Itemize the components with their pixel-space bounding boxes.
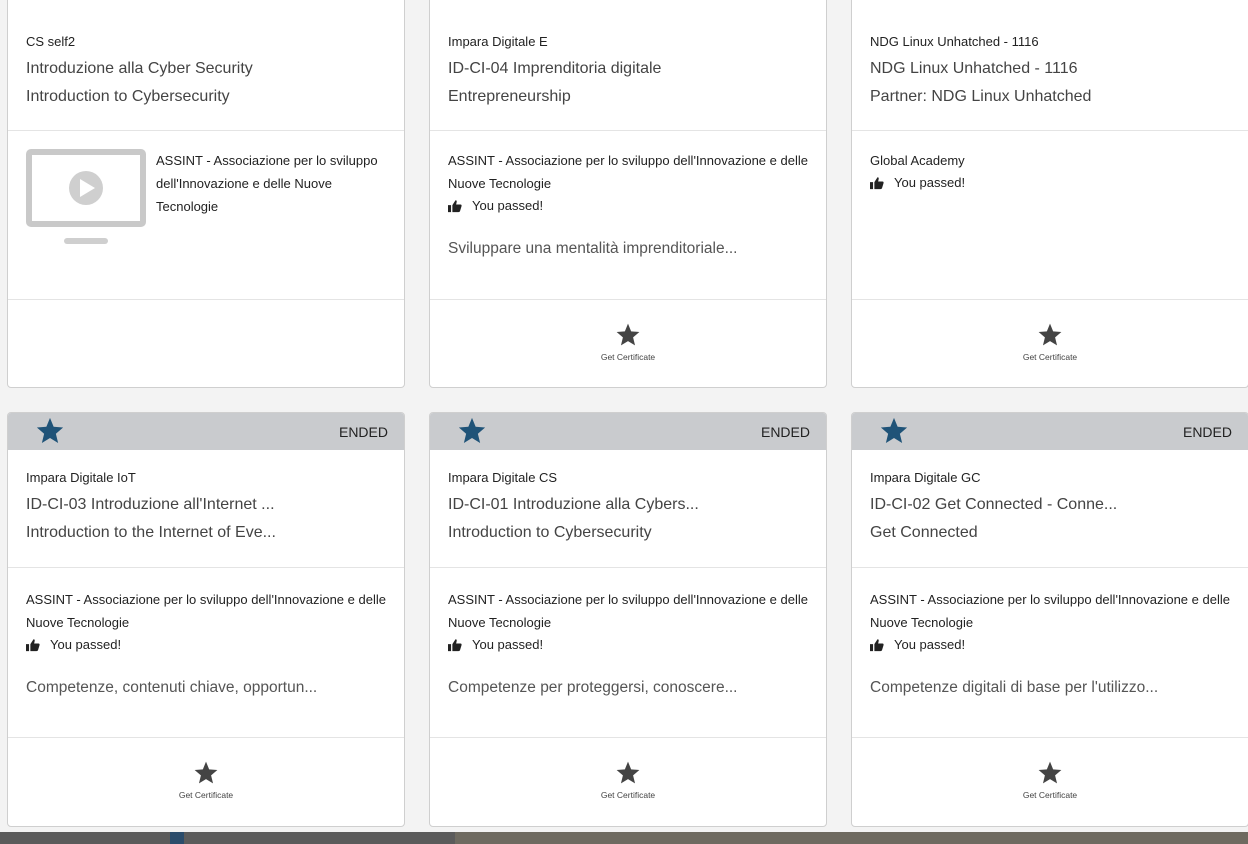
star-icon xyxy=(1038,323,1062,346)
card-title-section: Impara Digitale IoT ID-CI-03 Introduzion… xyxy=(8,450,404,568)
course-card[interactable]: NDG Linux Unhatched - 1116 NDG Linux Unh… xyxy=(851,0,1248,388)
star-icon[interactable] xyxy=(456,416,488,446)
passed-label: You passed! xyxy=(472,637,544,652)
course-title[interactable]: ID-CI-03 Introduzione all'Internet ... xyxy=(26,495,386,515)
taskbar-segment xyxy=(455,832,1248,844)
thumbs-up-icon xyxy=(870,639,884,652)
course-category: Impara Digitale IoT xyxy=(26,470,136,485)
course-title[interactable]: ID-CI-01 Introduzione alla Cybers... xyxy=(448,495,808,515)
course-subtitle: Introduction to Cybersecurity xyxy=(448,524,652,541)
star-icon[interactable] xyxy=(34,416,66,446)
get-certificate-label: Get Certificate xyxy=(1022,790,1078,800)
course-category: NDG Linux Unhatched - 1116 xyxy=(870,34,1039,49)
organization-name: ASSINT - Associazione per lo sviluppo de… xyxy=(870,592,1230,630)
passed-label: You passed! xyxy=(50,637,122,652)
star-icon xyxy=(616,323,640,346)
course-description: Competenze per proteggersi, conoscere... xyxy=(448,679,738,696)
get-certificate-button[interactable]: Get Certificate xyxy=(852,300,1248,362)
course-title[interactable]: ID-CI-02 Get Connected - Conne... xyxy=(870,495,1230,515)
passed-status: You passed! xyxy=(870,172,1230,194)
status-badge: ENDED xyxy=(338,424,388,440)
course-card[interactable]: CS self2 Introduzione alla Cyber Securit… xyxy=(7,0,405,388)
course-description: Competenze digitali di base per l'utiliz… xyxy=(870,679,1159,696)
organization-name: ASSINT - Associazione per lo sviluppo de… xyxy=(448,153,808,191)
get-certificate-label: Get Certificate xyxy=(178,790,234,800)
star-icon xyxy=(616,761,640,784)
passed-label: You passed! xyxy=(894,175,966,190)
card-header: ENDED xyxy=(430,413,826,450)
get-certificate-label: Get Certificate xyxy=(1022,352,1078,362)
card-body: ASSINT - Associazione per lo sviluppo de… xyxy=(430,131,826,300)
passed-label: You passed! xyxy=(894,637,966,652)
organization-name: ASSINT - Associazione per lo sviluppo de… xyxy=(156,153,378,214)
course-title[interactable]: Introduzione alla Cyber Security xyxy=(26,59,386,79)
course-card[interactable]: ENDED Impara Digitale CS ID-CI-01 Introd… xyxy=(429,412,827,827)
get-certificate-button[interactable]: Get Certificate xyxy=(8,738,404,800)
passed-label: You passed! xyxy=(472,198,544,213)
get-certificate-label: Get Certificate xyxy=(600,790,656,800)
card-title-section: CS self2 Introduzione alla Cyber Securit… xyxy=(8,0,404,131)
organization-name: ASSINT - Associazione per lo sviluppo de… xyxy=(26,592,386,630)
card-body: ASSINT - Associazione per lo sviluppo de… xyxy=(430,568,826,738)
course-category: Impara Digitale CS xyxy=(448,470,558,485)
course-category: Impara Digitale GC xyxy=(870,470,981,485)
thumbs-up-icon xyxy=(448,639,462,652)
course-description: Competenze, contenuti chiave, opportun..… xyxy=(26,679,318,696)
card-title-section: NDG Linux Unhatched - 1116 NDG Linux Unh… xyxy=(852,0,1248,131)
status-badge: ENDED xyxy=(1182,424,1232,440)
star-icon xyxy=(1038,761,1062,784)
get-certificate-label: Get Certificate xyxy=(600,352,656,362)
course-title[interactable]: NDG Linux Unhatched - 1116 xyxy=(870,59,1230,79)
star-icon xyxy=(194,761,218,784)
video-placeholder-icon xyxy=(26,149,146,244)
star-icon[interactable] xyxy=(878,416,910,446)
get-certificate-button[interactable]: Get Certificate xyxy=(430,738,826,800)
organization-name: ASSINT - Associazione per lo sviluppo de… xyxy=(448,592,808,630)
course-card[interactable]: ENDED Impara Digitale GC ID-CI-02 Get Co… xyxy=(851,412,1248,827)
course-title[interactable]: ID-CI-04 Imprenditoria digitale xyxy=(448,59,808,79)
course-subtitle: Entrepreneurship xyxy=(448,88,571,105)
course-description: Sviluppare una mentalità imprenditoriale… xyxy=(448,240,738,257)
course-subtitle: Get Connected xyxy=(870,524,978,541)
course-subtitle: Partner: NDG Linux Unhatched xyxy=(870,88,1092,105)
card-title-section: Impara Digitale CS ID-CI-01 Introduzione… xyxy=(430,450,826,568)
passed-status: You passed! xyxy=(26,634,386,656)
course-category: CS self2 xyxy=(26,34,76,49)
course-subtitle: Introduction to Cybersecurity xyxy=(26,88,230,105)
card-body: Global Academy You passed! xyxy=(852,131,1248,300)
passed-status: You passed! xyxy=(448,195,808,217)
card-header: ENDED xyxy=(852,413,1248,450)
course-subtitle: Introduction to the Internet of Eve... xyxy=(26,524,276,541)
organization-name: Global Academy xyxy=(870,153,965,168)
passed-status: You passed! xyxy=(870,634,1230,656)
get-certificate-button[interactable]: Get Certificate xyxy=(430,300,826,362)
course-category: Impara Digitale E xyxy=(448,34,548,49)
status-badge: ENDED xyxy=(760,424,810,440)
thumbs-up-icon xyxy=(448,200,462,213)
course-card[interactable]: ENDED Impara Digitale IoT ID-CI-03 Intro… xyxy=(7,412,405,827)
course-grid: CS self2 Introduzione alla Cyber Securit… xyxy=(0,0,1248,844)
get-certificate-button[interactable]: Get Certificate xyxy=(852,738,1248,800)
bottom-taskbar xyxy=(0,832,1248,844)
card-body: ASSINT - Associazione per lo sviluppo de… xyxy=(8,568,404,738)
course-card[interactable]: Impara Digitale E ID-CI-04 Imprenditoria… xyxy=(429,0,827,388)
card-body: ASSINT - Associazione per lo sviluppo de… xyxy=(852,568,1248,738)
passed-status: You passed! xyxy=(448,634,808,656)
card-title-section: Impara Digitale GC ID-CI-02 Get Connecte… xyxy=(852,450,1248,568)
thumbs-up-icon xyxy=(870,177,884,190)
card-header: ENDED xyxy=(8,413,404,450)
card-title-section: Impara Digitale E ID-CI-04 Imprenditoria… xyxy=(430,0,826,131)
taskbar-indicator xyxy=(170,832,184,844)
card-body: ASSINT - Associazione per lo sviluppo de… xyxy=(8,131,404,300)
thumbs-up-icon xyxy=(26,639,40,652)
